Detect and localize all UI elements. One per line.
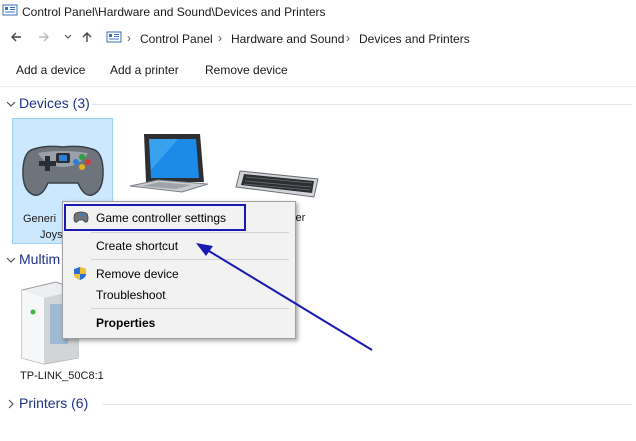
group-title: Devices (3) xyxy=(19,95,90,111)
remove-device-button[interactable]: Remove device xyxy=(205,63,288,77)
command-bar: Add a device Add a printer Remove device xyxy=(0,56,636,87)
keyboard-icon xyxy=(235,170,319,198)
back-arrow-icon[interactable] xyxy=(9,30,23,48)
control-panel-icon xyxy=(2,4,18,21)
menu-item-label: Troubleshoot xyxy=(96,288,166,302)
add-printer-button[interactable]: Add a printer xyxy=(110,63,179,77)
up-arrow-icon[interactable] xyxy=(80,30,94,48)
menu-item-create-shortcut[interactable]: Create shortcut xyxy=(63,236,295,256)
breadcrumb-devices-and-printers[interactable]: Devices and Printers xyxy=(359,32,470,46)
breadcrumb-separator: › xyxy=(127,31,131,45)
group-header-devices[interactable]: Devices (3) xyxy=(4,95,634,113)
add-device-button[interactable]: Add a device xyxy=(16,63,85,77)
menu-separator xyxy=(91,259,289,260)
device-laptop[interactable] xyxy=(128,130,210,202)
menu-item-troubleshoot[interactable]: Troubleshoot xyxy=(63,285,295,305)
menu-item-label: Create shortcut xyxy=(96,239,179,253)
group-title: Multim xyxy=(19,251,61,267)
shield-icon xyxy=(73,266,87,284)
menu-item-label: Properties xyxy=(96,316,156,330)
menu-separator xyxy=(91,232,289,233)
annotation-highlight-box xyxy=(64,204,246,231)
breadcrumb-separator: › xyxy=(218,31,222,45)
breadcrumb-control-panel[interactable]: Control Panel xyxy=(140,32,213,46)
menu-item-remove-device[interactable]: Remove device xyxy=(63,264,295,284)
menu-item-label: Remove device xyxy=(96,267,179,281)
menu-item-properties[interactable]: Properties xyxy=(63,313,295,333)
forward-arrow-icon[interactable] xyxy=(37,30,51,48)
device-keyboard[interactable] xyxy=(234,163,322,199)
chevron-down-icon[interactable] xyxy=(6,98,16,112)
group-divider xyxy=(92,104,632,105)
breadcrumb-hardware-and-sound[interactable]: Hardware and Sound xyxy=(231,32,344,46)
group-title: Printers (6) xyxy=(19,395,89,411)
address-bar: › Control Panel › Hardware and Sound › D… xyxy=(0,28,636,50)
window-title: Control Panel\Hardware and Sound\Devices… xyxy=(22,5,326,19)
title-bar: Control Panel\Hardware and Sound\Devices… xyxy=(0,0,636,24)
laptop-icon xyxy=(129,134,209,193)
chevron-down-icon[interactable] xyxy=(6,254,16,268)
device-label: TP-LINK_50C8:1 xyxy=(20,370,104,382)
breadcrumb-separator: › xyxy=(346,31,350,45)
group-header-printers[interactable]: Printers (6) xyxy=(4,395,634,413)
group-divider xyxy=(102,404,632,405)
gamepad-icon xyxy=(22,145,104,196)
control-panel-icon xyxy=(106,31,122,48)
chevron-right-icon[interactable] xyxy=(6,398,16,412)
menu-separator xyxy=(91,308,289,309)
chevron-down-icon[interactable] xyxy=(63,30,73,48)
